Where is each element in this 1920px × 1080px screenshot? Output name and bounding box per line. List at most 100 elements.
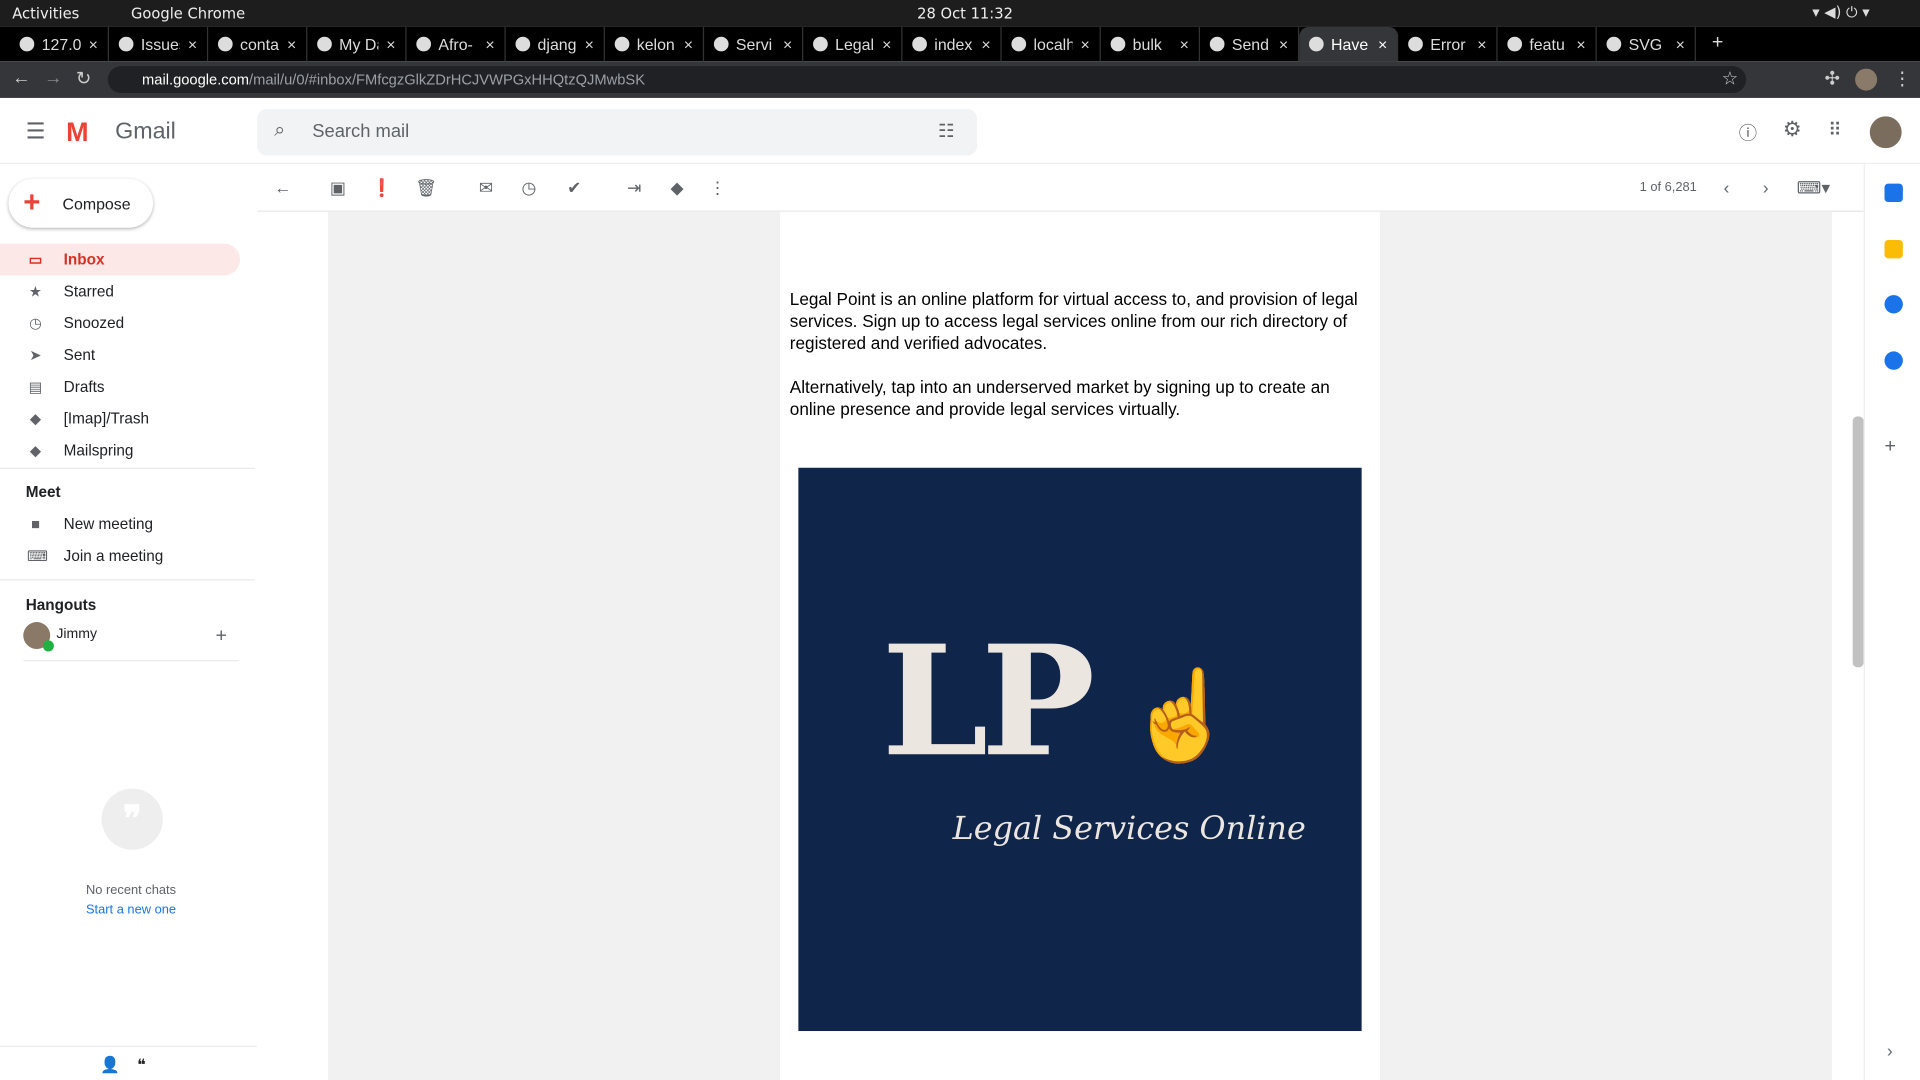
- browser-tab[interactable]: index ×: [902, 26, 1002, 62]
- browser-tab[interactable]: SVG ×: [1597, 26, 1696, 62]
- account-avatar[interactable]: [1869, 116, 1902, 149]
- hangouts-icon[interactable]: ❝: [137, 1056, 146, 1076]
- close-tab-icon[interactable]: ×: [89, 35, 98, 53]
- reload-icon[interactable]: ↻: [76, 67, 91, 90]
- bookmark-star-icon[interactable]: ☆: [1722, 67, 1738, 90]
- settings-icon[interactable]: ⚙: [1783, 118, 1802, 142]
- close-tab-icon[interactable]: ×: [386, 35, 395, 53]
- sidebar-item[interactable]: ▤ Drafts: [0, 371, 240, 403]
- new-conversation-icon[interactable]: +: [216, 626, 227, 648]
- add-task-icon[interactable]: ✔: [563, 176, 585, 198]
- start-chat-link[interactable]: Start a new one: [0, 902, 262, 917]
- archive-icon[interactable]: ▣: [327, 176, 349, 198]
- labels-icon[interactable]: ◆: [666, 176, 688, 198]
- browser-tab[interactable]: Issues×: [109, 26, 209, 62]
- globe-icon: [1507, 36, 1523, 52]
- close-tab-icon[interactable]: ×: [188, 35, 197, 53]
- keyboard-icon: ⌨: [26, 547, 49, 565]
- extensions-icon[interactable]: ✣: [1824, 67, 1839, 90]
- search-input[interactable]: Search mail: [257, 108, 978, 156]
- close-tab-icon[interactable]: ×: [882, 35, 891, 53]
- browser-tab[interactable]: kelon ×: [605, 26, 705, 62]
- apps-icon[interactable]: ⠿: [1828, 119, 1841, 141]
- back-icon[interactable]: ←: [12, 67, 30, 88]
- close-tab-icon[interactable]: ×: [1576, 35, 1585, 53]
- new-meeting[interactable]: ■ New meeting: [0, 508, 240, 540]
- star-icon: ★: [28, 282, 43, 301]
- sidebar-item[interactable]: ◆ [Imap]/Trash: [0, 403, 240, 435]
- get-addons-icon[interactable]: +: [1884, 436, 1895, 458]
- newer-icon[interactable]: ‹: [1716, 176, 1738, 198]
- mark-unread-icon[interactable]: ✉: [475, 176, 497, 198]
- hangouts-user-name[interactable]: Jimmy: [56, 627, 97, 642]
- browser-tab[interactable]: bulk ×: [1101, 26, 1201, 62]
- online-status-dot: [42, 640, 54, 652]
- close-tab-icon[interactable]: ×: [1477, 35, 1486, 53]
- system-tray-icons[interactable]: ▾ ◀) ⏻ ▾: [1812, 4, 1869, 22]
- browser-tab[interactable]: Have ×: [1299, 26, 1399, 62]
- scrollbar-thumb[interactable]: [1852, 416, 1864, 668]
- search-icon[interactable]: ⌕: [274, 120, 285, 142]
- contacts-panel-icon[interactable]: [1884, 351, 1903, 370]
- join-meeting[interactable]: ⌨ Join a meeting: [0, 540, 240, 572]
- url-field[interactable]: mail.google.com/mail/u/0/#inbox/FMfcgzGl…: [107, 66, 1747, 94]
- close-tab-icon[interactable]: ×: [287, 35, 296, 53]
- browser-tab[interactable]: Send ×: [1200, 26, 1300, 62]
- sidebar-item[interactable]: ◆ Mailspring: [0, 435, 240, 467]
- profile-avatar[interactable]: [1855, 68, 1878, 91]
- calendar-icon[interactable]: [1884, 183, 1903, 203]
- move-to-icon[interactable]: ⇥: [623, 176, 645, 198]
- github-icon: [416, 36, 432, 52]
- clock-icon: ◷: [29, 314, 42, 332]
- sidebar-item[interactable]: ➤ Sent: [0, 339, 240, 371]
- tasks-icon[interactable]: [1884, 295, 1903, 314]
- browser-tab[interactable]: Legal ×: [803, 26, 903, 62]
- lp-icon: [813, 36, 828, 52]
- snooze-icon[interactable]: ◷: [518, 176, 540, 198]
- gmail-logo-icon[interactable]: M: [66, 118, 103, 146]
- new-tab-button[interactable]: +: [1712, 32, 1723, 54]
- clock[interactable]: 28 Oct 11:32: [917, 5, 1013, 22]
- browser-tab[interactable]: My Da×: [307, 26, 407, 62]
- older-icon[interactable]: ›: [1755, 176, 1777, 198]
- close-tab-icon[interactable]: ×: [783, 35, 792, 53]
- main-menu-icon[interactable]: ☰: [26, 119, 46, 145]
- browser-tab[interactable]: Afro- ×: [407, 26, 506, 62]
- close-tab-icon[interactable]: ×: [684, 35, 693, 53]
- sidebar-item[interactable]: ◷ Snoozed: [0, 307, 240, 339]
- browser-tab[interactable]: Servi ×: [704, 26, 804, 62]
- delete-icon[interactable]: 🗑: [415, 176, 437, 198]
- close-tab-icon[interactable]: ×: [1676, 35, 1685, 53]
- search-options-icon[interactable]: ☷: [938, 120, 954, 142]
- compose-button[interactable]: + Compose: [9, 179, 153, 228]
- close-tab-icon[interactable]: ×: [1279, 35, 1288, 53]
- app-menu[interactable]: Google Chrome: [131, 5, 245, 22]
- browser-tab[interactable]: Error ×: [1398, 26, 1498, 62]
- close-tab-icon[interactable]: ×: [1180, 35, 1189, 53]
- back-to-inbox-icon[interactable]: ←: [272, 176, 294, 198]
- input-tools-icon[interactable]: ⌨▾: [1795, 176, 1832, 198]
- browser-tab[interactable]: featu ×: [1498, 26, 1597, 62]
- duckduckgo-icon: [1110, 36, 1126, 52]
- contacts-icon[interactable]: 👤: [100, 1056, 120, 1076]
- browser-tab[interactable]: 127.0.×: [10, 26, 109, 62]
- close-tab-icon[interactable]: ×: [1080, 35, 1089, 53]
- browser-tab[interactable]: localh ×: [1002, 26, 1101, 62]
- help-icon[interactable]: ⓘ: [1739, 120, 1757, 146]
- report-spam-icon[interactable]: ❗: [371, 176, 393, 198]
- forward-icon[interactable]: →: [44, 67, 62, 88]
- sidebar-item[interactable]: ▭ Inbox: [0, 243, 241, 276]
- activities-button[interactable]: Activities: [12, 5, 79, 22]
- close-tab-icon[interactable]: ×: [981, 35, 990, 53]
- draft-icon: ▤: [28, 378, 43, 396]
- show-side-panel-icon[interactable]: ›: [1887, 1041, 1893, 1061]
- browser-tab[interactable]: djang ×: [506, 26, 605, 62]
- keep-icon[interactable]: [1884, 240, 1903, 259]
- browser-tab[interactable]: conta ×: [208, 26, 308, 62]
- close-tab-icon[interactable]: ×: [1378, 35, 1387, 53]
- close-tab-icon[interactable]: ×: [585, 35, 594, 53]
- sidebar-item[interactable]: ★ Starred: [0, 276, 240, 308]
- close-tab-icon[interactable]: ×: [485, 35, 494, 53]
- more-icon[interactable]: ⋮: [707, 176, 729, 198]
- chrome-menu-icon[interactable]: ⋮: [1893, 67, 1911, 90]
